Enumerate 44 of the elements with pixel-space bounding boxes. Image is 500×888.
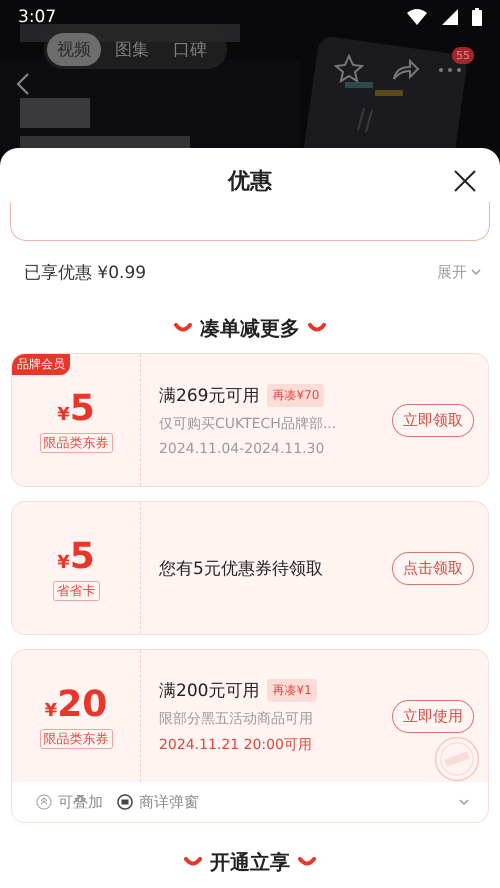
coupon-type-label: 省省卡 bbox=[52, 580, 100, 600]
section-title: 凑单减更多 bbox=[200, 314, 300, 342]
expand-button[interactable]: 展开 bbox=[437, 262, 482, 282]
top-up-label: 再凑¥1 bbox=[267, 678, 317, 702]
feature-label: 商详弹窗 bbox=[139, 792, 199, 812]
member-tag: 品牌会员 bbox=[12, 354, 70, 375]
media-tab[interactable]: 视频 bbox=[47, 32, 101, 66]
battery-icon bbox=[472, 8, 482, 26]
coupon-type-label: 限品类东券 bbox=[40, 432, 112, 452]
smile-curve-icon bbox=[298, 857, 316, 867]
coupon-date: 2024.11.04-2024.11.30 bbox=[159, 440, 326, 456]
coupon-date: 2024.11.21 20:00可用 bbox=[159, 736, 313, 754]
smile-curve-icon bbox=[308, 323, 326, 333]
coupon-description: 限部分黑五活动商品可用 bbox=[159, 710, 314, 728]
smile-curve-icon bbox=[174, 323, 192, 333]
back-icon[interactable] bbox=[16, 72, 30, 96]
media-tab[interactable]: 图集 bbox=[105, 32, 159, 66]
status-time: 3:07 bbox=[18, 7, 56, 27]
wifi-icon bbox=[406, 9, 428, 25]
sheet-title: 优惠 bbox=[228, 168, 272, 196]
signal-icon bbox=[442, 9, 458, 25]
coupon-description: 仅可购买CUKTECH品牌部... bbox=[159, 414, 338, 432]
section-title: 开通立享 bbox=[210, 848, 290, 876]
smile-curve-icon bbox=[184, 857, 202, 867]
coupon-amount: ¥20 bbox=[44, 684, 108, 724]
more-icon[interactable] bbox=[438, 67, 462, 73]
savings-text: 已享优惠 ¥0.99 bbox=[24, 262, 146, 284]
coupon-title: 满200元可用 bbox=[159, 680, 260, 702]
share-icon[interactable] bbox=[392, 57, 420, 81]
coupon-action-button[interactable]: 点击领取 bbox=[392, 552, 474, 584]
popup-icon bbox=[117, 794, 133, 810]
close-button[interactable] bbox=[452, 168, 478, 194]
coupon-type-label: 限品类东券 bbox=[40, 728, 112, 748]
coupon-title: 您有5元优惠券待领取 bbox=[159, 558, 323, 580]
star-icon[interactable] bbox=[334, 54, 364, 84]
coupon-action-button[interactable]: 立即领取 bbox=[392, 404, 474, 436]
media-tab[interactable]: 口碑 bbox=[163, 32, 217, 66]
coupon-amount: ¥5 bbox=[57, 388, 95, 428]
stack-icon bbox=[36, 794, 52, 810]
top-up-label: 再凑¥70 bbox=[267, 384, 324, 406]
coupon-amount: ¥5 bbox=[57, 536, 95, 576]
coupon-title: 满269元可用 bbox=[159, 384, 260, 406]
coupon-action-button[interactable]: 立即使用 bbox=[392, 700, 474, 732]
feature-label: 可叠加 bbox=[58, 792, 103, 812]
